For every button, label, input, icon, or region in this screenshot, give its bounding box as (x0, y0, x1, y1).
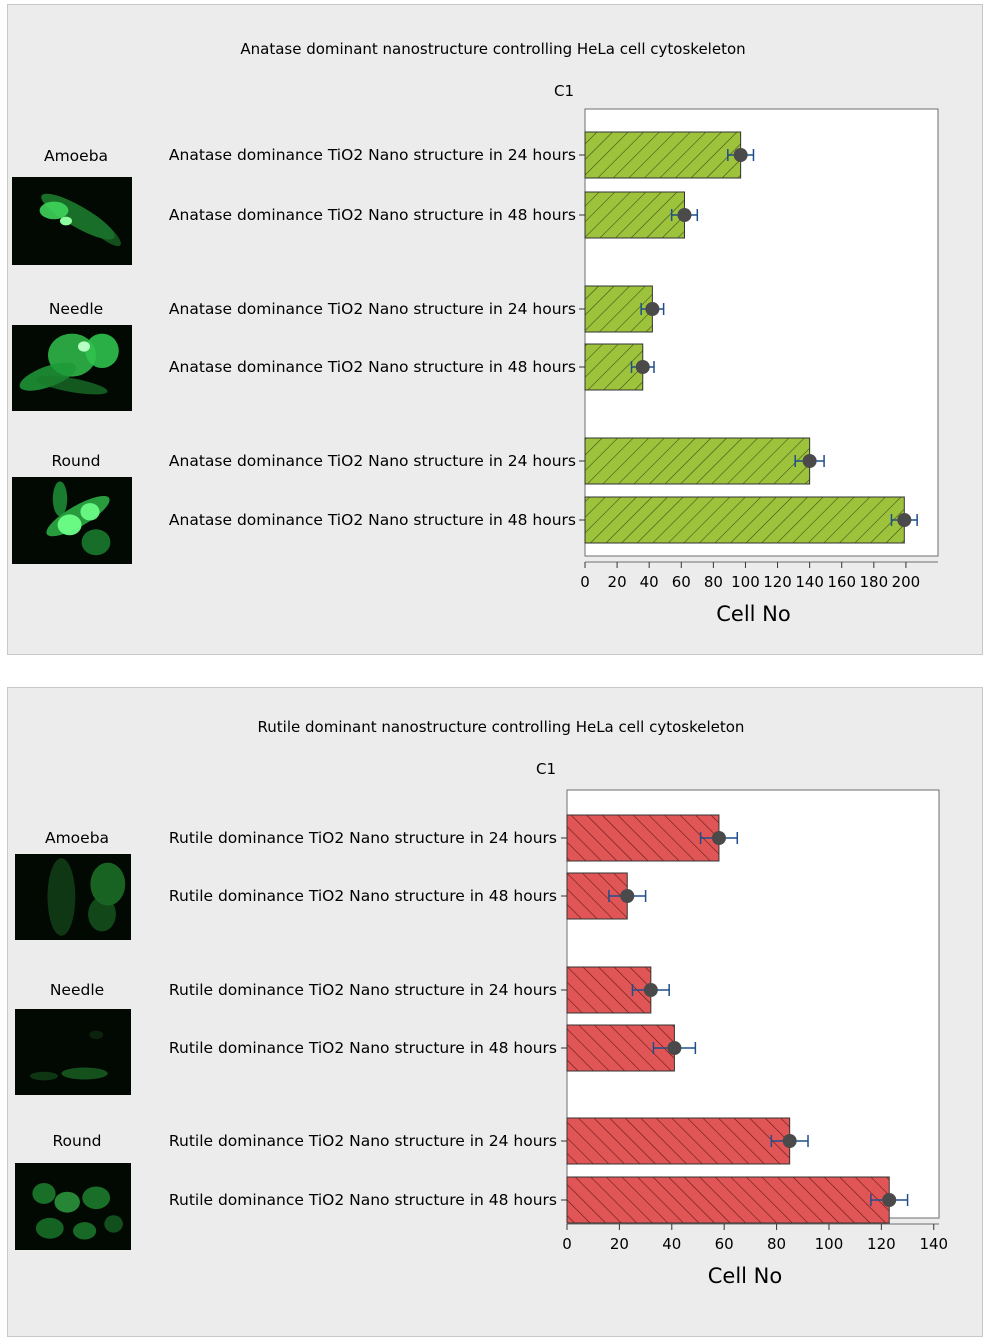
x-tick-label: 100 (815, 1235, 844, 1253)
category-label: Rutile dominance TiO2 Nano structure in … (169, 1039, 557, 1057)
micrograph-image (12, 325, 132, 411)
micrograph-image (15, 854, 131, 940)
shape-label: Round (51, 452, 100, 470)
bar (584, 191, 685, 239)
x-tick-label: 160 (827, 573, 856, 591)
x-tick-label: 80 (767, 1235, 786, 1253)
mean-point (645, 302, 660, 316)
panel-label: C1 (536, 760, 556, 778)
x-tick-label: 60 (715, 1235, 734, 1253)
mean-point (620, 889, 635, 903)
mean-point (711, 831, 726, 845)
x-axis-label: Cell No (716, 602, 790, 626)
mean-point (635, 360, 650, 374)
x-tick-label: 60 (672, 573, 691, 591)
category-label: Rutile dominance TiO2 Nano structure in … (169, 981, 557, 999)
x-tick-label: 140 (795, 573, 824, 591)
anatase-chart: Anatase dominant nanostructure controlli… (12, 40, 939, 626)
x-tick-label: 0 (562, 1235, 572, 1253)
category-label: Anatase dominance TiO2 Nano structure in… (169, 300, 576, 318)
x-tick-label: 200 (892, 573, 921, 591)
mean-point (733, 148, 748, 162)
x-tick-label: 100 (731, 573, 760, 591)
mean-point (677, 208, 692, 222)
x-tick-label: 120 (763, 573, 792, 591)
bar (566, 1176, 890, 1224)
micrograph-image (15, 1163, 131, 1250)
category-label: Anatase dominance TiO2 Nano structure in… (169, 452, 576, 470)
x-tick-label: 140 (919, 1235, 948, 1253)
bar (584, 131, 742, 179)
bar (584, 496, 905, 544)
mean-point (782, 1134, 797, 1148)
category-label: Anatase dominance TiO2 Nano structure in… (169, 511, 576, 529)
chart-title: Anatase dominant nanostructure controlli… (240, 40, 745, 58)
shape-label: Needle (49, 300, 103, 318)
x-tick-label: 120 (867, 1235, 896, 1253)
x-axis-label: Cell No (708, 1264, 782, 1288)
micrograph-image (12, 477, 132, 564)
bar (566, 814, 720, 862)
category-label: Rutile dominance TiO2 Nano structure in … (169, 1132, 557, 1150)
shape-label: Amoeba (44, 147, 108, 165)
shape-label: Amoeba (45, 829, 109, 847)
micrograph-image (15, 1009, 131, 1095)
x-tick-label: 40 (640, 573, 659, 591)
x-tick-label: 0 (580, 573, 590, 591)
x-tick-label: 180 (859, 573, 888, 591)
category-label: Anatase dominance TiO2 Nano structure in… (169, 146, 576, 164)
mean-point (882, 1193, 897, 1207)
mean-point (897, 513, 912, 527)
category-label: Anatase dominance TiO2 Nano structure in… (169, 358, 576, 376)
panel-label: C1 (554, 82, 574, 100)
x-tick-label: 20 (610, 1235, 629, 1253)
x-tick-label: 40 (662, 1235, 681, 1253)
rutile-chart: Rutile dominant nanostructure controllin… (15, 718, 948, 1288)
x-tick-label: 80 (704, 573, 723, 591)
category-label: Rutile dominance TiO2 Nano structure in … (169, 1191, 557, 1209)
category-label: Rutile dominance TiO2 Nano structure in … (169, 829, 557, 847)
mean-point (643, 983, 658, 997)
x-tick-label: 20 (608, 573, 627, 591)
micrograph-image (12, 177, 132, 265)
rutile-chart-panel: Rutile dominant nanostructure controllin… (7, 687, 983, 1337)
bar (584, 437, 811, 485)
mean-point (667, 1041, 682, 1055)
category-label: Rutile dominance TiO2 Nano structure in … (169, 887, 557, 905)
mean-point (802, 454, 817, 468)
category-label: Anatase dominance TiO2 Nano structure in… (169, 206, 576, 224)
shape-label: Round (52, 1132, 101, 1150)
chart-title: Rutile dominant nanostructure controllin… (258, 718, 745, 736)
shape-label: Needle (50, 981, 104, 999)
bar (566, 1117, 791, 1165)
anatase-chart-panel: Anatase dominant nanostructure controlli… (7, 4, 983, 655)
